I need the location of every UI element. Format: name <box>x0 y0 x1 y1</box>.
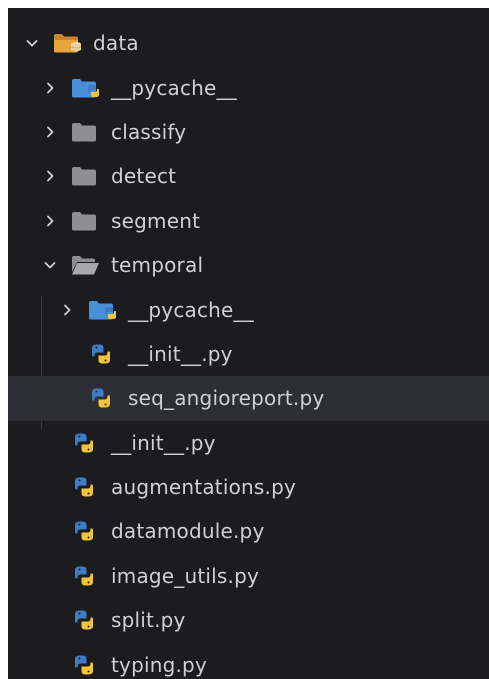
tree-item-label: data <box>93 31 139 56</box>
chevron-right-icon[interactable] <box>43 169 57 183</box>
tree-item-pycache[interactable]: __pycache__ <box>8 65 489 109</box>
tree-item-augmentations[interactable]: augmentations.py <box>8 465 489 509</box>
tree-item-label: __pycache__ <box>128 297 254 322</box>
tree-item-label: detect <box>111 164 177 189</box>
tree-item-typing[interactable]: typing.py <box>8 642 489 679</box>
python-file-icon <box>88 386 118 410</box>
folder-open-icon <box>71 253 101 277</box>
tree-item-label: __init__.py <box>111 430 216 455</box>
python-file-icon <box>71 564 101 588</box>
tree-item-init[interactable]: __init__.py <box>8 421 489 465</box>
chevron-down-icon[interactable] <box>25 36 39 50</box>
tree-item-label: __init__.py <box>128 341 233 366</box>
python-file-icon <box>71 519 101 543</box>
tree-item-temporal-init[interactable]: __init__.py <box>8 332 489 376</box>
tree-item-label: segment <box>111 208 201 233</box>
tree-item-temporal-pycache[interactable]: __pycache__ <box>8 287 489 331</box>
chevron-right-icon[interactable] <box>43 125 57 139</box>
tree-item-seq-angioreport[interactable]: seq_angioreport.py <box>8 376 489 421</box>
tree-item-segment[interactable]: segment <box>8 199 489 243</box>
tree-item-image-utils[interactable]: image_utils.py <box>8 554 489 598</box>
tree-item-label: __pycache__ <box>111 75 237 100</box>
file-tree: data __pycache__ classify detect segment… <box>8 21 489 679</box>
python-file-icon <box>71 431 101 455</box>
tree-item-label: seq_angioreport.py <box>128 386 325 411</box>
file-explorer: data __pycache__ classify detect segment… <box>8 8 489 679</box>
tree-item-label: datamodule.py <box>111 519 265 544</box>
tree-item-label: image_utils.py <box>111 563 260 588</box>
python-file-icon <box>71 653 101 677</box>
tree-item-split[interactable]: split.py <box>8 598 489 642</box>
pycache-folder-icon <box>71 76 101 100</box>
chevron-right-icon[interactable] <box>43 81 57 95</box>
tree-item-datamodule[interactable]: datamodule.py <box>8 509 489 553</box>
tree-item-label: typing.py <box>111 652 207 677</box>
python-file-icon <box>71 608 101 632</box>
tree-item-data[interactable]: data <box>8 21 489 65</box>
chevron-right-icon[interactable] <box>43 214 57 228</box>
tree-item-label: temporal <box>111 253 204 278</box>
tree-item-temporal[interactable]: temporal <box>8 243 489 287</box>
python-file-icon <box>88 342 118 366</box>
tree-item-detect[interactable]: detect <box>8 154 489 198</box>
chevron-right-icon[interactable] <box>60 303 74 317</box>
folder-icon <box>71 209 101 233</box>
tree-item-label: augmentations.py <box>111 475 297 500</box>
tree-item-classify[interactable]: classify <box>8 110 489 154</box>
data-folder-icon <box>53 31 83 55</box>
chevron-down-icon[interactable] <box>43 258 57 272</box>
folder-icon <box>71 164 101 188</box>
pycache-folder-icon <box>88 298 118 322</box>
folder-icon <box>71 120 101 144</box>
tree-item-label: classify <box>111 119 187 144</box>
python-file-icon <box>71 475 101 499</box>
tree-item-label: split.py <box>111 608 186 633</box>
